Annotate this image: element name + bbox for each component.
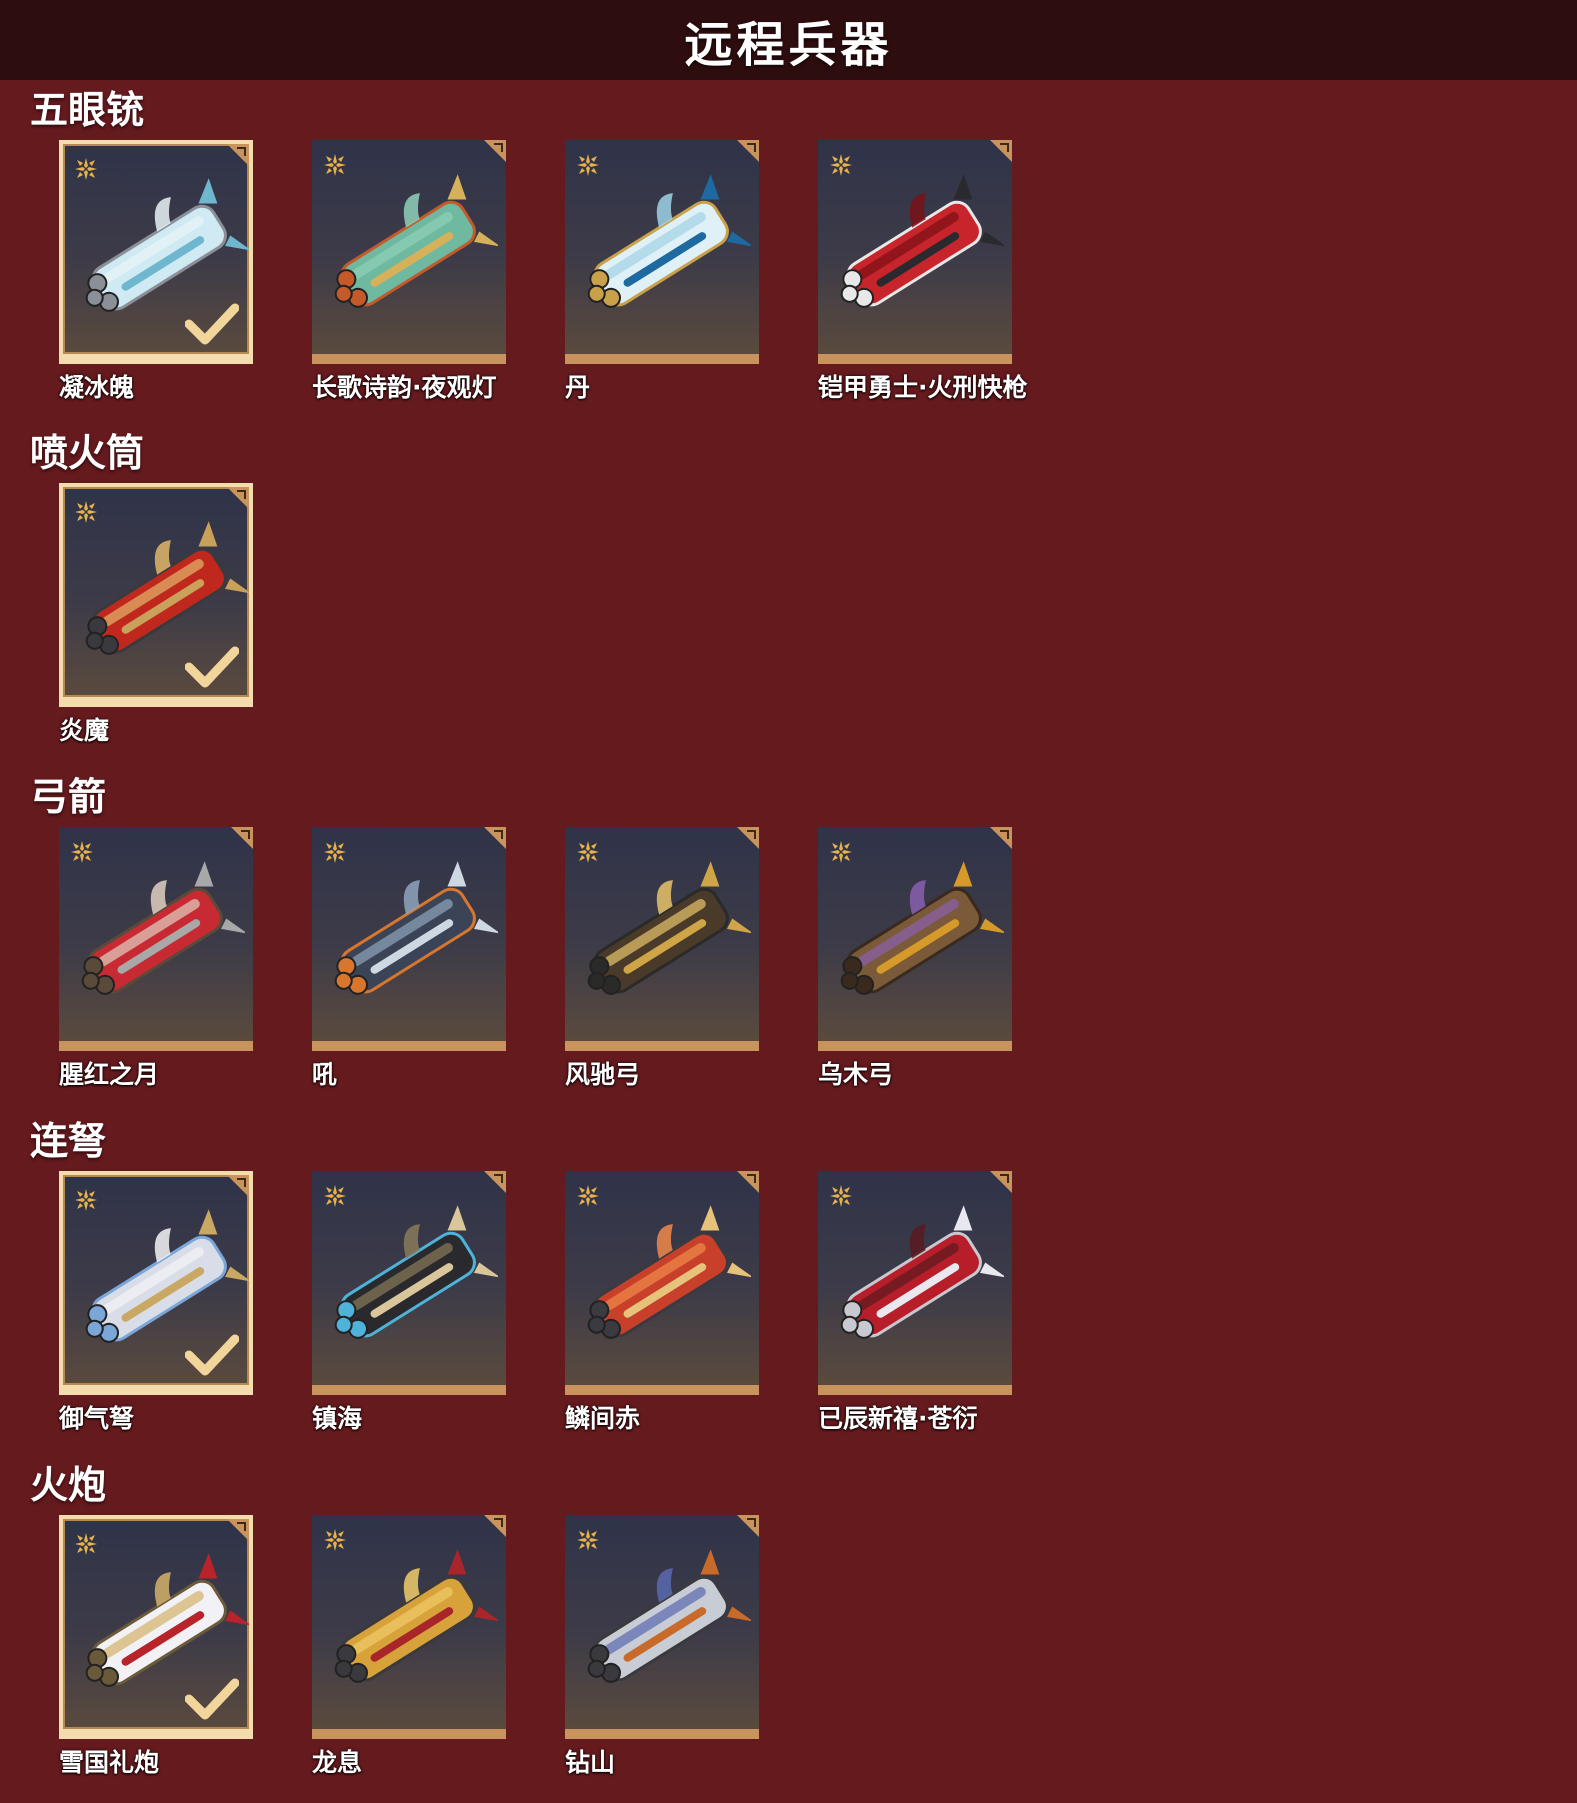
corner-tab-icon [990, 1171, 1012, 1193]
weapon-name: 已辰新禧·苍衍 [818, 1404, 978, 1433]
corner-tab-icon [737, 140, 759, 162]
weapon-name: 乌木弓 [818, 1060, 894, 1089]
corner-tab-icon [484, 1515, 506, 1537]
weapon-thumbnail[interactable] [565, 1171, 759, 1395]
weapon-thumbnail[interactable] [565, 140, 759, 364]
weapon-thumbnail[interactable] [818, 827, 1012, 1051]
section-title: 喷火筒 [30, 431, 145, 475]
weapon-thumbnail[interactable] [59, 1515, 253, 1739]
weapon-thumbnail[interactable] [59, 1171, 253, 1395]
weapon-name: 鳞间赤 [565, 1404, 641, 1433]
weapon-card[interactable]: 已辰新禧·苍衍 [818, 1171, 1012, 1433]
weapon-section: 喷火筒 炎魔 [0, 431, 1577, 771]
corner-tab-icon [737, 827, 759, 849]
corner-tab-icon [227, 487, 249, 509]
weapon-name: 炎魔 [59, 716, 110, 745]
check-icon [185, 303, 239, 345]
corner-tab-icon [990, 827, 1012, 849]
section-title: 五眼铳 [30, 88, 145, 132]
section-title: 连弩 [30, 1119, 107, 1163]
weapon-name: 风驰弓 [565, 1060, 641, 1089]
weapon-thumbnail[interactable] [59, 483, 253, 707]
corner-tab-icon [227, 144, 249, 166]
weapon-name: 龙息 [312, 1748, 363, 1777]
weapon-thumbnail[interactable] [59, 140, 253, 364]
weapon-card[interactable]: 丹 [565, 140, 759, 402]
weapon-section: 火炮 雪国礼炮 龙息 钻山 [0, 1463, 1577, 1803]
weapon-card[interactable]: 风驰弓 [565, 827, 759, 1089]
weapon-thumbnail[interactable] [565, 1515, 759, 1739]
weapon-thumbnail[interactable] [565, 827, 759, 1051]
weapon-thumbnail[interactable] [312, 827, 506, 1051]
corner-tab-icon [990, 140, 1012, 162]
weapon-thumbnail[interactable] [312, 1171, 506, 1395]
weapon-card[interactable]: 炎魔 [59, 483, 253, 745]
weapon-thumbnail[interactable] [312, 140, 506, 364]
check-icon [185, 646, 239, 688]
weapon-name: 吼 [312, 1060, 338, 1089]
weapon-name: 铠甲勇士·火刑快枪 [818, 373, 1028, 402]
weapon-section: 连弩 御气弩 镇海 鳞间赤 已辰新禧·苍衍 [0, 1119, 1577, 1459]
title-bar: 远程兵器 [0, 0, 1577, 80]
section-title: 火炮 [30, 1463, 107, 1507]
weapon-card[interactable]: 凝冰魄 [59, 140, 253, 402]
weapon-card[interactable]: 铠甲勇士·火刑快枪 [818, 140, 1028, 402]
corner-tab-icon [231, 827, 253, 849]
corner-tab-icon [484, 827, 506, 849]
page-title: 远程兵器 [684, 17, 893, 73]
weapon-name: 长歌诗韵·夜观灯 [312, 373, 497, 402]
section-title: 弓箭 [30, 775, 107, 819]
weapon-name: 御气弩 [59, 1404, 135, 1433]
weapon-name: 雪国礼炮 [59, 1748, 160, 1777]
corner-tab-icon [737, 1515, 759, 1537]
corner-tab-icon [227, 1519, 249, 1541]
weapon-card[interactable]: 钻山 [565, 1515, 759, 1777]
weapon-card[interactable]: 长歌诗韵·夜观灯 [312, 140, 506, 402]
weapon-card[interactable]: 乌木弓 [818, 827, 1012, 1089]
weapon-name: 凝冰魄 [59, 373, 135, 402]
weapon-card[interactable]: 鳞间赤 [565, 1171, 759, 1433]
check-icon [185, 1334, 239, 1376]
corner-tab-icon [484, 1171, 506, 1193]
weapon-name: 钻山 [565, 1748, 616, 1777]
weapon-card[interactable]: 御气弩 [59, 1171, 253, 1433]
weapon-card[interactable]: 腥红之月 [59, 827, 253, 1089]
weapon-card[interactable]: 吼 [312, 827, 506, 1089]
weapon-thumbnail[interactable] [312, 1515, 506, 1739]
weapon-section: 弓箭 腥红之月 吼 风驰弓 乌木弓 [0, 775, 1577, 1115]
weapon-thumbnail[interactable] [818, 1171, 1012, 1395]
weapon-thumbnail[interactable] [59, 827, 253, 1051]
weapon-name: 丹 [565, 373, 591, 402]
weapon-thumbnail[interactable] [818, 140, 1012, 364]
corner-tab-icon [737, 1171, 759, 1193]
corner-tab-icon [227, 1175, 249, 1197]
weapon-section: 五眼铳 凝冰魄 长歌诗韵·夜观灯 丹 铠甲勇士·火刑快枪 [0, 88, 1577, 428]
check-icon [185, 1678, 239, 1720]
weapon-card[interactable]: 镇海 [312, 1171, 506, 1433]
weapon-name: 腥红之月 [59, 1060, 160, 1089]
weapon-card[interactable]: 雪国礼炮 [59, 1515, 253, 1777]
corner-tab-icon [484, 140, 506, 162]
weapon-name: 镇海 [312, 1404, 363, 1433]
weapon-card[interactable]: 龙息 [312, 1515, 506, 1777]
